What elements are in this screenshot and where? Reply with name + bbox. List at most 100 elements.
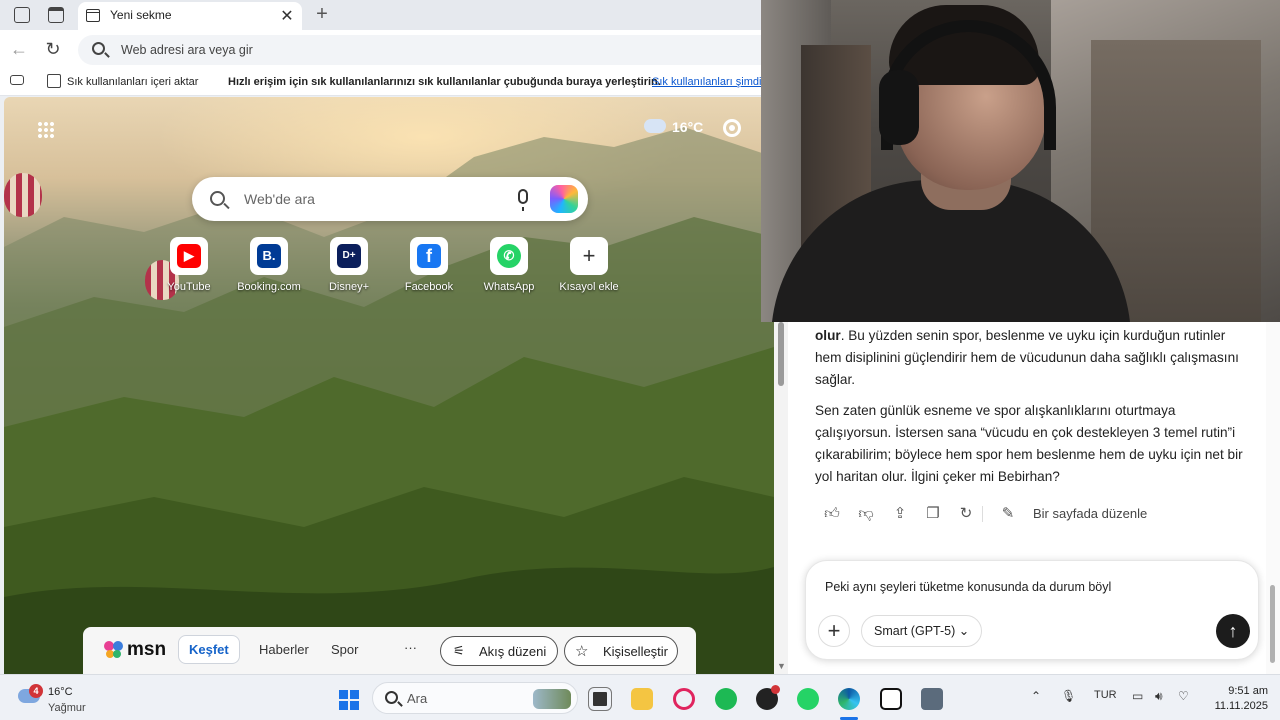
feed-layout-label: Akış düzeni (479, 644, 547, 659)
thumbs-up-icon[interactable]: 👍︎ (822, 504, 842, 524)
weather-description: Yağmur (48, 702, 86, 714)
taskbar-search[interactable]: Ara (372, 682, 578, 714)
add-attachment-button[interactable]: + (818, 615, 850, 647)
quick-link-youtube[interactable]: ▶ YouTube (149, 237, 229, 293)
whatsapp-tile: ✆ (490, 237, 528, 275)
personalize-button[interactable]: ☆ Kişiselleştir (564, 636, 678, 666)
new-tab-page: 16°C Web'de ara ▶ YouTube B. Booking.com… (4, 97, 774, 674)
task-view-icon[interactable] (588, 687, 612, 711)
import-favorites-link[interactable]: Sık kullanılanları içeri aktar (67, 76, 198, 88)
battery-icon[interactable]: ♡ (1178, 689, 1189, 703)
weather-cloud-icon[interactable] (644, 119, 666, 133)
windows-start-icon[interactable] (339, 690, 359, 710)
address-input[interactable]: Web adresi ara veya gir (78, 35, 778, 65)
quick-link-whatsapp[interactable]: ✆ WhatsApp (469, 237, 549, 293)
notion-icon[interactable] (880, 688, 902, 710)
tab-haberler[interactable]: Haberler (259, 642, 309, 657)
edit-pencil-icon[interactable]: ✎ (998, 504, 1018, 524)
apps-grid-icon[interactable] (37, 121, 55, 139)
divider (982, 506, 983, 522)
quick-link-add[interactable]: + Kısayol ekle (549, 237, 629, 293)
clock[interactable]: 9:51 am 11.11.2025 (1215, 684, 1268, 714)
tab-new-tab[interactable]: Yeni sekme ✕ (78, 2, 302, 30)
model-selector[interactable]: Smart (GPT-5) ⌄ (861, 615, 983, 647)
chat-panel: olur. Bu yüzden senin spor, beslenme ve … (788, 322, 1280, 674)
network-icon[interactable]: ▭ (1132, 689, 1143, 703)
webcam-overlay (761, 0, 1280, 322)
hot-air-balloon-icon (4, 173, 42, 217)
opera-icon[interactable] (673, 688, 695, 710)
tab-strip: Yeni sekme ✕ + (0, 0, 762, 30)
tab-kesfet[interactable]: Keşfet (178, 635, 240, 664)
edge-icon[interactable] (838, 688, 860, 710)
tab-title: Yeni sekme (110, 8, 172, 22)
msn-feed-bar: msn Keşfet Haberler Spor ··· ⚟ Akış düze… (83, 627, 696, 674)
search-icon (92, 42, 105, 55)
regenerate-icon[interactable]: ↻ (956, 504, 976, 524)
scroll-down-arrow-icon[interactable]: ▼ (777, 661, 786, 671)
whatsapp-taskbar-icon[interactable] (797, 688, 819, 710)
quick-link-label: YouTube (167, 281, 211, 293)
spotify-icon[interactable] (715, 688, 737, 710)
collections-icon[interactable] (10, 75, 24, 85)
weather-temperature[interactable]: 16°C (672, 119, 703, 135)
disney-tile: D+ (330, 237, 368, 275)
message-bold-text: olur (815, 328, 841, 343)
send-button[interactable]: ↑ (1216, 614, 1250, 648)
quick-link-disney[interactable]: D+ Disney+ (309, 237, 389, 293)
close-tab-icon[interactable]: ✕ (278, 6, 296, 26)
chat-composer[interactable]: Peki aynı şeyleri tüketme konusunda da d… (805, 560, 1259, 660)
new-tab-icon (86, 9, 100, 22)
page-scroll-thumb[interactable] (778, 322, 784, 386)
chat-scroll-thumb[interactable] (1270, 585, 1275, 663)
address-placeholder: Web adresi ara veya gir (121, 43, 253, 57)
settings-gear-icon[interactable] (723, 119, 741, 137)
language-indicator[interactable]: TUR (1094, 689, 1117, 701)
address-bar: ← ↻ Web adresi ara veya gir (0, 30, 778, 70)
feed-layout-button[interactable]: ⚟ Akış düzeni (440, 636, 558, 666)
assistant-message-paragraph: Sen zaten günlük esneme ve spor alışkanl… (815, 403, 1243, 484)
volume-icon[interactable]: 🔊︎ (1155, 689, 1163, 704)
chevron-down-icon: ⌄ (958, 624, 970, 638)
quick-link-booking[interactable]: B. Booking.com (229, 237, 309, 293)
booking-tile: B. (250, 237, 288, 275)
quick-link-facebook[interactable]: f Facebook (389, 237, 469, 293)
youtube-icon: ▶ (177, 244, 201, 268)
thumbs-down-icon[interactable]: 👎︎ (856, 504, 876, 524)
more-tabs-icon[interactable]: ··· (404, 640, 417, 655)
clock-date: 11.11.2025 (1214, 700, 1268, 712)
manage-favorites-link[interactable]: Sık kullanılanları şimdi yönetin (652, 76, 762, 88)
web-search-box[interactable]: Web'de ara (192, 177, 588, 221)
file-explorer-icon[interactable] (631, 688, 653, 710)
microphone-tray-icon[interactable]: 🎙︎ (1061, 689, 1076, 703)
import-icon (47, 74, 61, 88)
copilot-icon[interactable] (550, 185, 578, 213)
youtube-tile: ▶ (170, 237, 208, 275)
share-icon[interactable]: ⇪ (890, 504, 910, 524)
back-arrow-icon[interactable]: ← (8, 39, 30, 60)
model-label: Smart (GPT-5) (874, 624, 956, 638)
workspaces-icon[interactable] (14, 7, 30, 23)
refresh-icon[interactable]: ↻ (42, 39, 64, 60)
headphone-cup (879, 70, 919, 145)
new-tab-plus-icon[interactable]: + (312, 3, 332, 26)
web-search-placeholder: Web'de ara (244, 191, 315, 207)
search-icon (210, 191, 225, 206)
msn-logo[interactable]: msn (127, 639, 166, 661)
tab-actions-icon[interactable] (48, 7, 64, 23)
message-input[interactable]: Peki aynı şeyleri tüketme konusunda da d… (825, 580, 1111, 594)
search-icon (385, 691, 398, 704)
edit-on-page-button[interactable]: Bir sayfada düzenle (1033, 506, 1147, 521)
whatsapp-icon: ✆ (497, 244, 521, 268)
copy-icon[interactable]: ❐ (923, 504, 943, 524)
microphone-icon[interactable] (518, 189, 528, 211)
chevron-up-icon[interactable]: ⌃ (1031, 689, 1041, 703)
disney-plus-icon: D+ (337, 244, 361, 268)
calculator-icon[interactable] (921, 688, 943, 710)
quick-link-label: Disney+ (328, 281, 370, 293)
notification-badge: 4 (29, 684, 43, 698)
sliders-icon: ⚟ (453, 643, 465, 658)
message-text: . Bu yüzden senin spor, beslenme ve uyku… (815, 328, 1239, 387)
assistant-message-paragraph: olur. Bu yüzden senin spor, beslenme ve … (815, 325, 1250, 391)
tab-spor[interactable]: Spor (331, 642, 358, 657)
